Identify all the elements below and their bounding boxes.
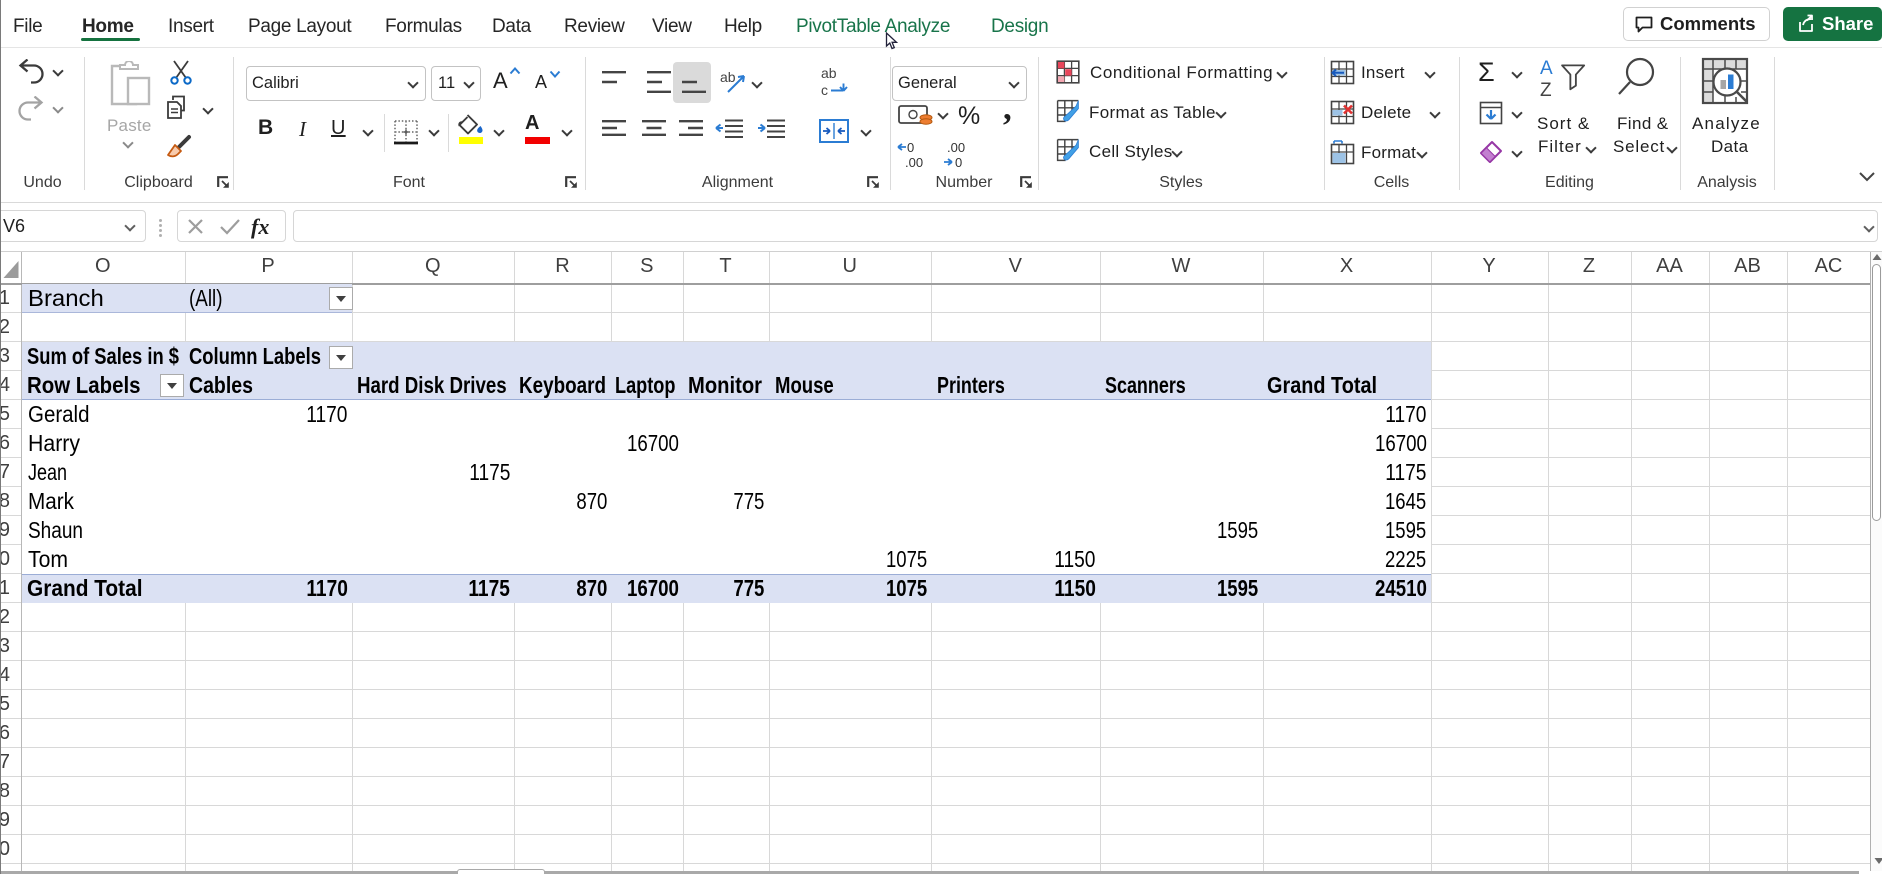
- svg-text:c: c: [821, 82, 828, 98]
- svg-text:ab: ab: [720, 69, 736, 85]
- svg-text:.00: .00: [947, 141, 965, 155]
- svg-text:.00: .00: [905, 155, 923, 169]
- svg-text:0: 0: [955, 155, 962, 169]
- svg-text:0: 0: [907, 141, 914, 155]
- svg-text:ab: ab: [821, 66, 837, 81]
- svg-text:Z: Z: [1540, 80, 1552, 100]
- svg-text:A: A: [1540, 58, 1553, 79]
